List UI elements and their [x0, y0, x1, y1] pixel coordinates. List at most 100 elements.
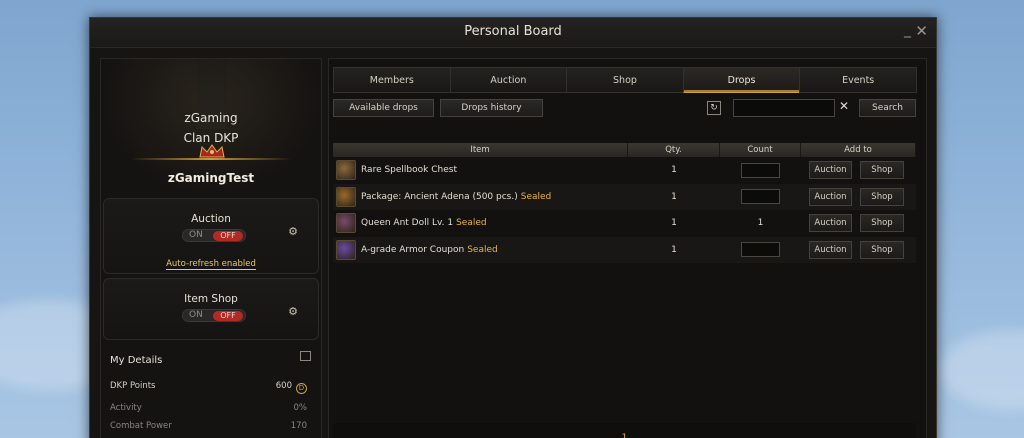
tab-shop[interactable]: Shop: [566, 67, 684, 93]
activity-label: Activity: [110, 403, 142, 413]
add-to-shop-button[interactable]: Shop: [860, 161, 904, 180]
item-cell: Queen Ant Doll Lv. 1 Sealed: [333, 213, 628, 234]
my-details-heading: My Details: [110, 355, 163, 366]
count-cell[interactable]: [720, 189, 801, 205]
count-cell[interactable]: [720, 242, 801, 258]
clan-banner: zGaming Clan DKP zGamingTest: [101, 59, 321, 194]
item-name: Rare Spellbook Chest: [361, 165, 457, 176]
count-input[interactable]: [741, 162, 780, 178]
combat-power-label: Combat Power: [110, 421, 172, 431]
left-panel: zGaming Clan DKP zGamingTest Auction ON …: [100, 58, 322, 438]
clan-name-line1: zGaming: [184, 111, 238, 125]
minimize-icon[interactable]: _: [904, 22, 911, 38]
combat-power-row: Combat Power 170: [110, 421, 307, 431]
table-row[interactable]: Package: Ancient Adena (500 pcs.) Sealed…: [333, 183, 916, 210]
toggle-on-label: ON: [189, 230, 203, 240]
right-panel: Members Auction Shop Drops Events Availa…: [328, 58, 927, 438]
drops-table: Item Qty. Count Add to Rare Spellbook Ch…: [333, 143, 916, 263]
dkp-points-value-wrap: 600 D: [276, 381, 307, 394]
banner-divider: [131, 158, 291, 160]
toggle-off-label: OFF: [213, 231, 243, 241]
table-header: Item Qty. Count Add to: [333, 143, 916, 157]
item-cell: Package: Ancient Adena (500 pcs.) Sealed: [333, 186, 628, 207]
add-to-shop-button[interactable]: Shop: [860, 214, 904, 233]
item-name: Package: Ancient Adena (500 pcs.): [361, 191, 518, 202]
auction-settings-gear-icon[interactable]: ⚙: [288, 225, 298, 238]
dkp-coin-icon: D: [296, 383, 307, 394]
auction-card: Auction ON OFF ⚙ Auto-refresh enabled: [103, 198, 319, 274]
close-icon[interactable]: ✕: [915, 22, 928, 40]
table-body: Rare Spellbook Chest 1 Auction Shop Pack…: [333, 157, 916, 263]
drops-history-button[interactable]: Drops history: [440, 99, 543, 117]
drops-toolbar: Available drops Drops history ↻ ✕ Search: [333, 97, 916, 119]
add-to-shop-button[interactable]: Shop: [860, 187, 904, 206]
qty-cell: 1: [671, 165, 677, 176]
tab-drops[interactable]: Drops: [682, 67, 801, 93]
tab-members[interactable]: Members: [333, 67, 451, 93]
item-shop-settings-gear-icon[interactable]: ⚙: [288, 305, 298, 318]
header-add-to: Add to: [801, 143, 916, 157]
character-name: zGamingTest: [167, 171, 255, 185]
add-to-auction-button[interactable]: Auction: [809, 161, 852, 180]
crown-icon: [199, 144, 225, 158]
page-number[interactable]: 1: [622, 433, 628, 438]
qty-cell: 1: [671, 218, 677, 229]
auto-refresh-label: Auto-refresh enabled: [166, 259, 256, 270]
auction-toggle[interactable]: ON OFF: [182, 229, 246, 242]
header-qty: Qty.: [628, 143, 720, 157]
table-row[interactable]: Queen Ant Doll Lv. 1 Sealed 1 1 Auction …: [333, 210, 916, 237]
add-to-auction-button[interactable]: Auction: [809, 214, 852, 233]
title-bar: Personal Board _ ✕: [90, 18, 936, 48]
add-to-cell: Auction Shop: [801, 214, 916, 233]
table-row[interactable]: A-grade Armor Coupon Sealed 1 Auction Sh…: [333, 236, 916, 263]
auto-refresh-link[interactable]: Auto-refresh enabled: [104, 259, 318, 270]
available-drops-button[interactable]: Available drops: [333, 99, 434, 117]
header-count: Count: [720, 143, 801, 157]
activity-value: 0%: [293, 403, 308, 413]
tab-events[interactable]: Events: [799, 67, 917, 93]
table-row[interactable]: Rare Spellbook Chest 1 Auction Shop: [333, 157, 916, 184]
toggle-on-label: ON: [189, 310, 203, 320]
refresh-icon[interactable]: ↻: [707, 101, 721, 115]
count-input[interactable]: [741, 189, 780, 205]
item-name: A-grade Armor Coupon: [361, 244, 465, 255]
item-shop-card: Item Shop ON OFF ⚙: [103, 278, 319, 340]
sealed-tag: Sealed: [520, 191, 552, 202]
search-input[interactable]: [733, 99, 835, 117]
chest-icon: [336, 160, 356, 181]
clear-search-icon[interactable]: ✕: [839, 99, 849, 113]
tab-bar: Members Auction Shop Drops Events: [333, 67, 917, 93]
qty-cell: 1: [671, 244, 677, 255]
item-shop-toggle[interactable]: ON OFF: [182, 309, 246, 322]
dkp-points-value: 600: [275, 381, 292, 391]
count-value: 1: [757, 218, 764, 229]
count-cell: 1: [720, 218, 801, 228]
add-to-cell: Auction Shop: [801, 161, 916, 180]
sealed-tag: Sealed: [467, 244, 498, 255]
details-calendar-icon[interactable]: [300, 351, 311, 361]
add-to-shop-button[interactable]: Shop: [860, 240, 904, 259]
add-to-cell: Auction Shop: [801, 187, 916, 206]
coupon-icon: [336, 239, 356, 260]
toggle-off-label: OFF: [213, 311, 243, 321]
dkp-points-label: DKP Points: [110, 381, 156, 391]
window-title: Personal Board: [464, 24, 562, 39]
auction-title: Auction: [191, 213, 231, 225]
item-name: Queen Ant Doll Lv. 1: [361, 218, 454, 229]
header-item: Item: [333, 143, 628, 157]
sealed-tag: Sealed: [456, 218, 487, 229]
count-input[interactable]: [741, 242, 780, 258]
activity-row: Activity 0%: [110, 403, 307, 413]
item-cell: A-grade Armor Coupon Sealed: [333, 239, 628, 260]
search-button[interactable]: Search: [859, 99, 916, 117]
qty-cell: 1: [671, 191, 677, 202]
tab-auction[interactable]: Auction: [449, 67, 568, 93]
combat-power-value: 170: [290, 421, 307, 431]
add-to-cell: Auction Shop: [801, 240, 916, 259]
count-cell[interactable]: [720, 162, 801, 178]
personal-board-window: Personal Board _ ✕ zGaming Clan DKP zGam…: [89, 17, 937, 438]
item-cell: Rare Spellbook Chest: [333, 160, 628, 181]
add-to-auction-button[interactable]: Auction: [809, 240, 852, 259]
add-to-auction-button[interactable]: Auction: [809, 187, 852, 206]
item-shop-title: Item Shop: [184, 293, 238, 305]
